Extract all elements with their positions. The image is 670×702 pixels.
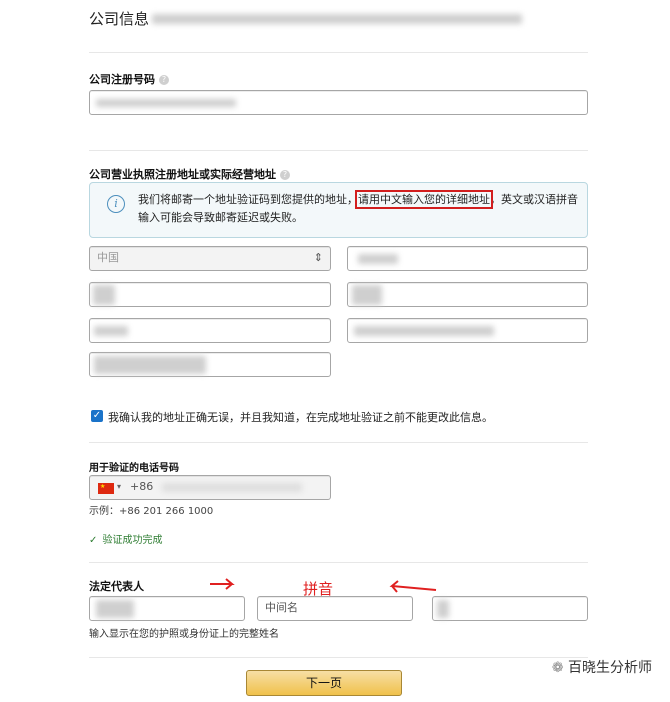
redacted-value: [354, 326, 494, 336]
middle-name-placeholder: 中间名: [265, 601, 298, 614]
page-title-text: 公司信息: [89, 10, 150, 28]
company-reg-input[interactable]: [89, 90, 588, 115]
annotation-arrow-left-icon: [389, 580, 437, 593]
divider: [89, 657, 588, 658]
phone-input[interactable]: ★ ▾ +86: [89, 475, 331, 500]
info-text-part: 我们将邮寄一个地址验证码到您提供的地址，: [138, 193, 358, 206]
postal-code-input[interactable]: [89, 352, 331, 377]
confirm-text: 我确认我的地址正确无误，并且我知道，在完成地址验证之前不能更改此信息。: [108, 411, 493, 424]
phone-prefix: +86: [130, 480, 154, 493]
address-info-box: i 我们将邮寄一个地址验证码到您提供的地址，请用中文输入您的详细地址，英文或汉语…: [89, 182, 588, 238]
redacted-value: [352, 285, 382, 305]
redacted-reg-number: [96, 99, 236, 107]
city-input[interactable]: [347, 282, 588, 307]
redacted-value: [94, 326, 128, 336]
divider: [89, 442, 588, 443]
info-circle-icon: i: [107, 195, 125, 213]
middle-name-input[interactable]: 中间名: [257, 596, 413, 621]
redacted-value: [96, 600, 134, 618]
address-line-2-input[interactable]: [89, 282, 331, 307]
question-circle-icon[interactable]: ?: [280, 170, 290, 180]
legal-rep-label: 法定代表人: [89, 580, 144, 593]
state-input[interactable]: [347, 318, 588, 343]
select-arrow-icon: ⇕: [313, 251, 323, 264]
confirm-checkbox[interactable]: ✓: [91, 410, 103, 422]
annotation-arrow-right-icon: [210, 578, 235, 590]
address-line-1-input[interactable]: [347, 246, 588, 271]
redacted-value: [93, 285, 115, 305]
redacted-value: [94, 356, 206, 374]
redacted-company-name: [152, 14, 522, 24]
watermark: ❁ 百晓生分析师: [552, 657, 652, 677]
address-label-text: 公司营业执照注册地址或实际经营地址: [89, 168, 276, 181]
divider: [89, 150, 588, 151]
country-select[interactable]: 中国 ⇕: [89, 246, 331, 271]
next-page-button[interactable]: 下一页: [246, 670, 402, 696]
caret-down-icon[interactable]: ▾: [117, 476, 121, 498]
district-input[interactable]: [89, 318, 331, 343]
question-circle-icon[interactable]: ?: [159, 75, 169, 85]
check-icon: ✓: [89, 535, 98, 546]
first-name-input[interactable]: [89, 596, 245, 621]
page-title: 公司信息: [89, 8, 149, 29]
divider: [89, 562, 588, 563]
redacted-value: [358, 254, 398, 264]
address-label: 公司营业执照注册地址或实际经营地址?: [89, 166, 290, 182]
last-name-input[interactable]: [432, 596, 588, 621]
redacted-phone: [162, 483, 302, 492]
wechat-icon: ❁: [551, 660, 564, 676]
legal-rep-hint: 输入显示在您的护照或身份证上的完整姓名: [89, 629, 279, 640]
company-reg-label-text: 公司注册号码: [89, 73, 155, 86]
flag-star: ★: [100, 483, 106, 490]
phone-success: ✓ 验证成功完成: [89, 528, 162, 547]
divider: [89, 52, 588, 53]
phone-success-text: 验证成功完成: [102, 535, 163, 546]
company-reg-label: 公司注册号码?: [89, 71, 169, 87]
country-select-value: 中国: [97, 251, 119, 264]
phone-example: 示例：+86 201 266 1000: [89, 506, 214, 517]
watermark-text: 百晓生分析师: [568, 660, 652, 676]
info-text-highlight: 请用中文输入您的详细地址: [355, 190, 493, 209]
phone-label: 用于验证的电话号码: [89, 463, 179, 474]
redacted-value: [437, 600, 449, 618]
china-flag-icon[interactable]: ★: [98, 483, 114, 494]
address-info-text: 我们将邮寄一个地址验证码到您提供的地址，请用中文输入您的详细地址，英文或汉语拼音…: [138, 190, 578, 227]
